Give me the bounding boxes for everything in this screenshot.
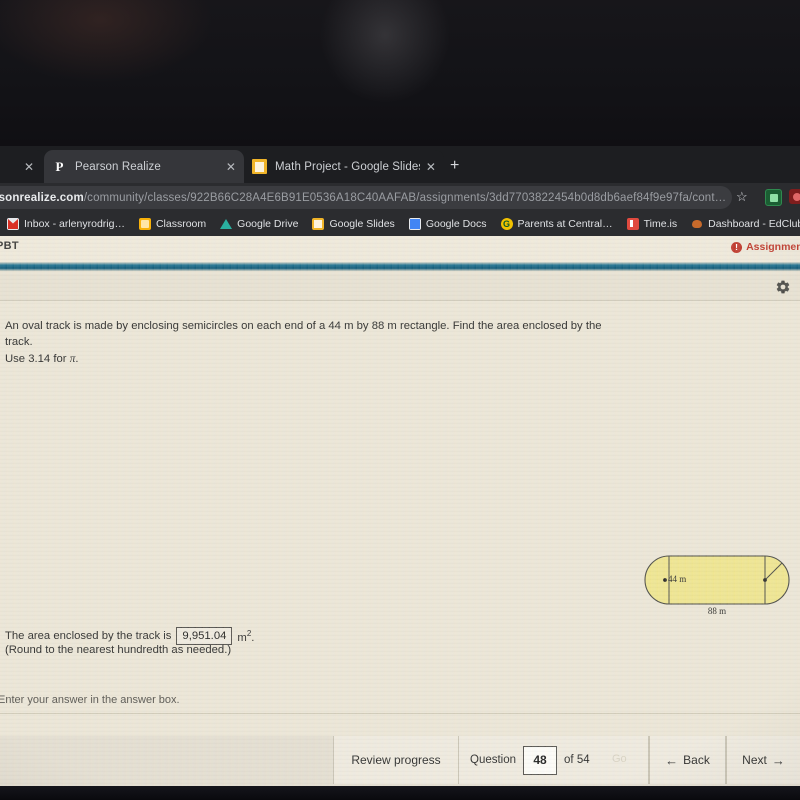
bookmark-edclub[interactable]: Dashboard - EdClub: [684, 218, 800, 230]
gear-icon[interactable]: [775, 279, 791, 295]
bookmark-label: Google Drive: [237, 218, 299, 230]
extension-green-icon[interactable]: [765, 189, 782, 206]
browser-tab-partial[interactable]: [0, 150, 46, 183]
gmail-icon: [7, 218, 19, 230]
address-bar-text: rsonrealize.com/community/classes/922B66…: [0, 192, 726, 204]
answer-unit-trailing: .: [251, 631, 255, 644]
photo-background-top: [0, 0, 800, 146]
bookmark-label: Time.is: [643, 218, 678, 230]
bookmark-label: Parents at Central…: [517, 218, 613, 230]
bookmarks-bar: Inbox - arlenyrodrig… Classroom Google D…: [0, 212, 800, 236]
address-domain: rsonrealize.com: [0, 191, 84, 204]
answer-input[interactable]: 9,951.04: [176, 627, 233, 646]
back-button-label: Back: [683, 753, 710, 767]
alert-circle-icon: !: [731, 241, 743, 253]
question-prompt: An oval track is made by enclosing semic…: [5, 318, 625, 367]
arrow-right-icon: →: [771, 752, 785, 768]
bookmark-label: Google Docs: [425, 218, 487, 230]
review-progress-button[interactable]: Review progress: [333, 736, 459, 784]
app-header: PBT ! Assignment i: [0, 236, 800, 262]
answer-row: The area enclosed by the track is 9,951.…: [5, 627, 254, 646]
next-button[interactable]: Next →: [726, 736, 800, 784]
close-icon[interactable]: ✕: [426, 161, 436, 173]
figure-width-label: 44 m: [668, 574, 687, 584]
bookmark-google-docs[interactable]: Google Docs: [402, 218, 494, 230]
question-number-input[interactable]: 48: [523, 745, 558, 775]
back-button[interactable]: ← Back: [649, 736, 726, 784]
timeis-icon: [626, 218, 639, 230]
rounding-note: (Round to the nearest hundredth as neede…: [5, 644, 232, 656]
bookmark-google-drive[interactable]: Google Drive: [213, 218, 305, 230]
browser-tab-strip: ✕ P Pearson Realize ✕ Math Project - Goo…: [0, 146, 800, 183]
browser-tab-math-project-title: Math Project - Google Slides: [275, 160, 420, 173]
google-classroom-icon: [138, 218, 151, 230]
bookmark-label: Classroom: [155, 218, 207, 230]
google-slides-icon: [312, 218, 325, 230]
answer-unit-text: m: [237, 631, 247, 644]
page-content: PBT ! Assignment i An oval track is made…: [0, 236, 800, 788]
arrow-left-icon: ←: [665, 752, 679, 768]
browser-tab-pearson-title: Pearson Realize: [75, 160, 161, 173]
question-prompt-line1: An oval track is made by enclosing semic…: [5, 320, 602, 349]
app-header-label: PBT: [0, 240, 19, 252]
bookmark-parents-portal[interactable]: G Parents at Central…: [494, 218, 620, 230]
bookmark-google-slides[interactable]: Google Slides: [305, 218, 401, 230]
content-divider: [0, 713, 800, 714]
google-slides-icon: [252, 159, 267, 174]
bookmark-label: Inbox - arlenyrodrig…: [24, 218, 125, 230]
screenshot-root: ✕ P Pearson Realize ✕ Math Project - Goo…: [0, 0, 800, 800]
close-icon[interactable]: ✕: [226, 161, 236, 173]
address-path: /community/classes/922B66C28A4E6B91E0536…: [83, 191, 727, 204]
bookmark-classroom[interactable]: Classroom: [132, 218, 213, 230]
figure-length-label: 88 m: [707, 606, 727, 616]
question-navigation-bar: Review progress Question 48 of 54 Go ← B…: [0, 736, 800, 786]
assignment-notice-text: Assignment i: [746, 241, 800, 253]
browser-tab-math-project[interactable]: Math Project - Google Slides ✕: [244, 150, 444, 183]
browser-toolbar: rsonrealize.com/community/classes/922B66…: [0, 183, 800, 212]
bookmark-label: Google Slides: [329, 218, 395, 230]
accent-divider: [0, 262, 800, 271]
parents-portal-icon: G: [500, 218, 513, 230]
browser-tab-pearson-realize[interactable]: P Pearson Realize ✕: [44, 150, 244, 183]
question-total-label: of 54: [564, 754, 590, 766]
google-docs-icon: [408, 218, 421, 230]
answer-label: The area enclosed by the track is: [5, 630, 172, 643]
bookmark-inbox[interactable]: Inbox - arlenyrodrig…: [0, 218, 132, 230]
edclub-icon: [691, 218, 703, 230]
next-button-label: Next: [742, 753, 767, 767]
bookmark-star-icon[interactable]: ☆: [736, 189, 748, 205]
bookmark-label: Dashboard - EdClub: [708, 218, 800, 230]
go-button[interactable]: Go: [612, 753, 627, 765]
answer-unit: m2.: [237, 629, 254, 644]
close-icon[interactable]: ✕: [24, 160, 34, 174]
question-toolbar: [0, 274, 800, 301]
new-tab-button[interactable]: +: [450, 158, 459, 174]
question-word-label: Question: [470, 754, 517, 766]
google-drive-icon: [220, 218, 233, 230]
address-bar[interactable]: rsonrealize.com/community/classes/922B66…: [0, 186, 732, 209]
pearson-icon: P: [55, 158, 64, 174]
question-prompt-line2-pre: Use 3.14 for: [5, 352, 70, 365]
question-prompt-line2-post: .: [75, 352, 79, 365]
assignment-notice: ! Assignment i: [731, 241, 800, 253]
oval-track-diagram: [641, 550, 793, 610]
bookmark-timeis[interactable]: Time.is: [620, 218, 684, 230]
enter-answer-note: Enter your answer in the answer box.: [0, 694, 180, 706]
extension-red-icon[interactable]: [789, 189, 800, 204]
photo-background-bottom: [0, 786, 800, 800]
